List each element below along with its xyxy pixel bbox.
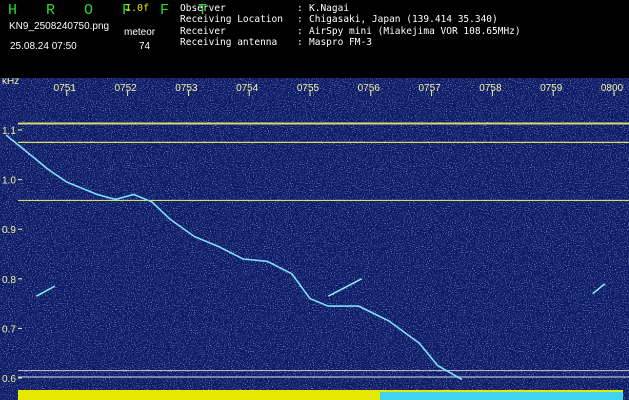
info-value: Chigasaki, Japan (139.414 35.340) [309,14,498,26]
x-tick-label: 0751 [54,83,77,94]
y-tick-label: 1.1 [2,126,16,137]
spectrogram-plot: kHz 1.1 1.0 0.9 0.8 0.7 0.6 0751 0752 0753 0754 075… [0,78,629,400]
x-tick-label: 0752 [114,83,137,94]
y-unit-label: kHz [2,78,19,87]
info-value: AirSpy mini (Miakejima VOR 108.65MHz) [309,25,521,37]
x-tick-label: 0757 [418,83,441,94]
observation-info: Observer: K.Nagai Receiving Location: Chig… [180,3,521,48]
y-tick-label: 0.6 [2,374,16,385]
x-tick-label: 0759 [540,83,563,94]
y-tick-label: 1.0 [2,176,16,187]
info-sep: : [297,14,303,26]
spectrogram-svg: kHz 1.1 1.0 0.9 0.8 0.7 0.6 0751 0752 0753 0754 075… [0,78,629,400]
info-key: Receiving antenna [180,36,278,48]
noise-texture [0,78,629,400]
info-row-antenna: Receiving antenna: Maspro FM-3 [180,37,521,48]
x-tick-label: 0754 [236,83,259,94]
x-tick-label: 0800 [601,83,624,94]
x-tick-label: 0753 [175,83,198,94]
info-sep: : [297,25,303,37]
y-tick-label: 0.7 [2,324,16,335]
info-row-location: Receiving Location: Chigasaki, Japan (139… [180,14,521,25]
info-row-observer: Observer: K.Nagai [180,3,521,14]
info-key: Receiver [180,25,226,37]
y-tick-label: 0.9 [2,225,16,236]
datetime-label: 25.08.24 07:50 [10,41,77,52]
info-row-receiver: Receiver: AirSpy mini (Miakejima VOR 108.… [180,26,521,37]
info-sep: : [297,36,303,48]
version-label: 1.0f [125,3,150,14]
x-tick-label: 0758 [479,83,502,94]
meteor-count: 74 [139,41,151,52]
header-panel: H R O F F T 1.0f KN9_2508240750.png mete… [0,0,629,78]
y-tick-label: 0.8 [2,275,16,286]
info-key: Observer [180,3,226,14]
info-sep: : [297,3,303,14]
filename-label: KN9_2508240750.png [9,21,110,32]
x-tick-label: 0756 [358,83,381,94]
info-value: K.Nagai [309,3,350,14]
meteor-label: meteor [124,27,156,38]
info-key: Receiving Location [180,14,283,26]
x-tick-label: 0755 [297,83,320,94]
info-value: Maspro FM-3 [309,36,372,48]
signal-level-bar-cyan [380,392,623,400]
